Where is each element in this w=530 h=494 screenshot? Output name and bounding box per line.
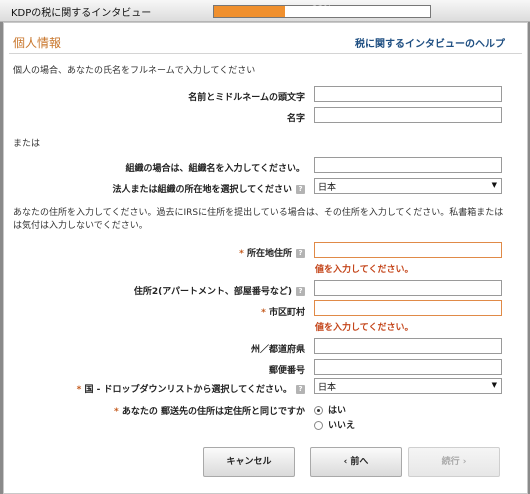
city-input[interactable] xyxy=(314,300,502,316)
next-button[interactable]: 続行 › xyxy=(408,447,500,477)
state-input[interactable] xyxy=(314,338,502,354)
section-title: 個人情報 xyxy=(13,36,62,50)
radio-no-label: いいえ xyxy=(328,421,356,431)
chevron-left-icon: ‹ xyxy=(343,457,348,467)
org-location-label: 法人または組織の所在地を選択してください? xyxy=(113,182,305,195)
dropdown-arrow-icon: ▼ xyxy=(491,381,497,389)
next-button-label: 続行 xyxy=(441,457,460,467)
org-name-input[interactable] xyxy=(314,157,502,173)
required-marker: * xyxy=(114,407,119,417)
dropdown-arrow-icon: ▼ xyxy=(491,181,497,189)
radio-yes[interactable]: はい xyxy=(314,403,346,416)
back-button[interactable]: ‹ 前へ xyxy=(310,447,402,477)
org-name-label: 組織の場合は、組織名を入力してください。 xyxy=(125,164,305,174)
radio-yes-label: はい xyxy=(328,406,347,416)
help-link[interactable]: 税に関するインタビューのヘルプ xyxy=(355,35,505,50)
state-label: 州／都道府県 xyxy=(250,345,305,355)
address1-label: * 所在地住所? xyxy=(239,246,305,259)
required-marker: * xyxy=(239,249,244,259)
city-label-text: 市区町村 xyxy=(268,308,305,318)
radio-selected-icon[interactable] xyxy=(314,406,323,415)
required-marker: * xyxy=(261,308,266,318)
same-address-label: * あなたの 郵送先の住所は定住所と同じですか xyxy=(114,404,305,417)
help-icon[interactable]: ? xyxy=(296,185,305,194)
last-name-input[interactable] xyxy=(314,107,502,123)
same-address-label-text: あなたの 郵送先の住所は定住所と同じですか xyxy=(121,407,305,417)
postal-input[interactable] xyxy=(314,359,502,375)
help-icon[interactable]: ? xyxy=(296,287,305,296)
intro-text: 個人の場合、あなたの氏名をフルネームで入力してください xyxy=(13,66,256,76)
country-label: * 国 - ドロップダウンリストから選択してください。? xyxy=(77,382,305,395)
middle-initial-label: 名前とミドルネームの頭文字 xyxy=(188,93,305,103)
title-bar: KDPの税に関するインタビュー 33% xyxy=(0,0,530,22)
address2-label-text: 住所2(アパートメント、部屋番号など) xyxy=(133,287,292,297)
org-location-value: 日本 xyxy=(318,183,337,193)
address1-label-text: 所在地住所 xyxy=(246,249,292,259)
country-value: 日本 xyxy=(318,383,337,393)
address1-input[interactable] xyxy=(314,242,502,258)
address2-label: 住所2(アパートメント、部屋番号など)? xyxy=(134,284,305,297)
address2-input[interactable] xyxy=(314,280,502,296)
progress-bar: 33% xyxy=(213,5,431,18)
city-error: 値を入力してください。 xyxy=(315,323,414,333)
back-button-label: 前へ xyxy=(350,457,369,467)
postal-label: 郵便番号 xyxy=(268,366,305,376)
progress-text: 33% xyxy=(311,5,332,15)
radio-no[interactable]: いいえ xyxy=(314,418,355,431)
address-note: あなたの住所を入力してください。過去にIRSに住所を提出している場合は、その住所… xyxy=(13,208,504,231)
last-name-label: 名字 xyxy=(286,114,305,124)
country-label-text: 国 - ドロップダウンリストから選択してください。 xyxy=(84,385,292,395)
address1-error: 値を入力してください。 xyxy=(315,265,414,275)
help-icon[interactable]: ? xyxy=(296,385,305,394)
radio-unselected-icon[interactable] xyxy=(314,421,323,430)
city-label: * 市区町村 xyxy=(261,305,305,318)
window-title: KDPの税に関するインタビュー xyxy=(11,8,152,19)
required-marker: * xyxy=(76,385,82,395)
chevron-right-icon: › xyxy=(462,457,467,467)
tax-interview-panel: 個人情報 税に関するインタビューのヘルプ 個人の場合、あなたの氏名をフルネームで… xyxy=(3,22,528,494)
org-location-label-text: 法人または組織の所在地を選択してください xyxy=(112,185,292,195)
org-location-select[interactable]: 日本 ▼ xyxy=(314,178,502,194)
or-text: または xyxy=(13,139,41,149)
divider xyxy=(9,53,522,54)
country-select[interactable]: 日本 ▼ xyxy=(314,378,502,394)
cancel-button[interactable]: キャンセル xyxy=(203,447,295,477)
help-icon[interactable]: ? xyxy=(296,249,305,258)
middle-initial-input[interactable] xyxy=(314,86,502,102)
